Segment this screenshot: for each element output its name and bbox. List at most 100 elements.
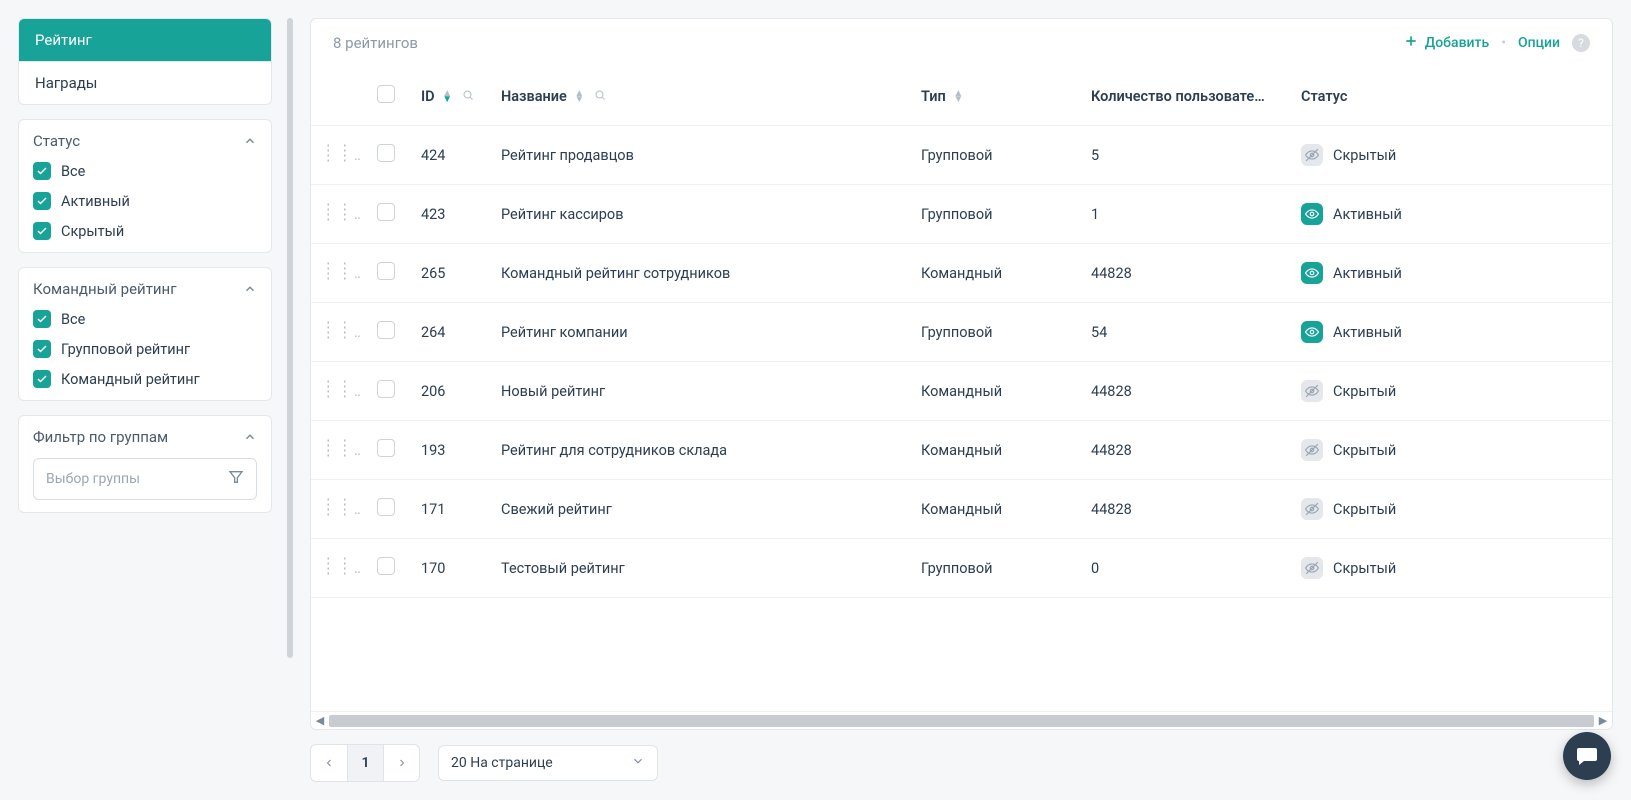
checkbox-team-group[interactable]: Групповой рейтинг: [33, 340, 257, 358]
column-name[interactable]: Название ▲▼: [491, 67, 911, 126]
separator: •: [1501, 35, 1506, 51]
row-checkbox[interactable]: [377, 203, 395, 221]
drag-handle-icon[interactable]: ⋮⋮⋮⋮: [321, 384, 354, 394]
row-checkbox[interactable]: [377, 321, 395, 339]
drag-handle-icon[interactable]: ⋮⋮⋮⋮: [321, 502, 354, 512]
filter-team: Командный рейтинг Все Групповой рейтинг …: [18, 267, 272, 401]
row-checkbox[interactable]: [377, 144, 395, 162]
drag-handle-icon[interactable]: ⋮⋮⋮⋮: [321, 207, 354, 217]
cell-type: Командный: [911, 480, 1081, 539]
checkbox-label: Все: [61, 163, 85, 180]
filter-status-header[interactable]: Статус: [33, 132, 257, 150]
column-id-label: ID: [421, 88, 435, 105]
pager-prev[interactable]: [311, 745, 347, 781]
checkbox-team-all[interactable]: Все: [33, 310, 257, 328]
scroll-track[interactable]: [329, 715, 1594, 727]
search-icon[interactable]: [462, 88, 474, 105]
table-row[interactable]: ⋮⋮⋮⋮ 170 Тестовый рейтинг Групповой 0 Ск…: [311, 539, 1612, 598]
column-users-label: Количество пользовате…: [1091, 88, 1265, 105]
check-icon: [33, 370, 51, 388]
check-icon: [33, 192, 51, 210]
cell-status: Скрытый: [1291, 126, 1612, 185]
filter-team-header[interactable]: Командный рейтинг: [33, 280, 257, 298]
cell-id: 193: [411, 421, 491, 480]
group-select[interactable]: Выбор группы: [33, 458, 257, 500]
checkbox-status-active[interactable]: Активный: [33, 192, 257, 210]
column-status[interactable]: Статус: [1291, 67, 1612, 126]
cell-id: 171: [411, 480, 491, 539]
per-page-select[interactable]: 20 На странице: [438, 745, 658, 781]
column-type[interactable]: Тип ▲▼: [911, 67, 1081, 126]
cell-users: 44828: [1081, 362, 1291, 421]
row-checkbox[interactable]: [377, 557, 395, 575]
cell-type: Групповой: [911, 303, 1081, 362]
checkbox-status-hidden[interactable]: Скрытый: [33, 222, 257, 240]
row-checkbox[interactable]: [377, 498, 395, 516]
column-id[interactable]: ID ▲▼: [411, 67, 491, 126]
eye-icon: [1301, 203, 1323, 225]
filter-team-options: Все Групповой рейтинг Командный рейтинг: [33, 310, 257, 388]
count-text: 8 рейтингов: [333, 34, 418, 52]
column-users[interactable]: Количество пользовате…: [1081, 67, 1291, 126]
pager-page-1[interactable]: 1: [347, 745, 383, 781]
cell-users: 5: [1081, 126, 1291, 185]
table-row[interactable]: ⋮⋮⋮⋮ 193 Рейтинг для сотрудников склада …: [311, 421, 1612, 480]
table-row[interactable]: ⋮⋮⋮⋮ 264 Рейтинг компании Групповой 54 А…: [311, 303, 1612, 362]
chat-fab[interactable]: [1563, 732, 1611, 780]
drag-handle-icon[interactable]: ⋮⋮⋮⋮: [321, 266, 354, 276]
filter-groups-header[interactable]: Фильтр по группам: [33, 428, 257, 446]
checkbox-status-all[interactable]: Все: [33, 162, 257, 180]
table-row[interactable]: ⋮⋮⋮⋮ 424 Рейтинг продавцов Групповой 5 С…: [311, 126, 1612, 185]
cell-type: Командный: [911, 421, 1081, 480]
drag-handle-icon[interactable]: ⋮⋮⋮⋮: [321, 325, 354, 335]
table-row[interactable]: ⋮⋮⋮⋮ 265 Командный рейтинг сотрудников К…: [311, 244, 1612, 303]
row-checkbox[interactable]: [377, 439, 395, 457]
drag-handle-icon[interactable]: ⋮⋮⋮⋮: [321, 561, 354, 571]
cell-name: Рейтинг компании: [491, 303, 911, 362]
row-checkbox[interactable]: [377, 380, 395, 398]
scroll-thumb[interactable]: [329, 715, 1594, 727]
cell-name: Тестовый рейтинг: [491, 539, 911, 598]
eye-off-icon: [1301, 557, 1323, 579]
search-icon[interactable]: [594, 88, 606, 105]
table-row[interactable]: ⋮⋮⋮⋮ 206 Новый рейтинг Командный 44828 С…: [311, 362, 1612, 421]
cell-name: Рейтинг продавцов: [491, 126, 911, 185]
card-header: 8 рейтингов Добавить • Опции ?: [311, 19, 1612, 67]
pager: 1: [310, 744, 420, 782]
row-checkbox[interactable]: [377, 262, 395, 280]
group-select-placeholder: Выбор группы: [46, 471, 140, 487]
help-icon[interactable]: ?: [1572, 34, 1590, 52]
checkbox-label: Активный: [61, 193, 130, 210]
scrollbar-thumb[interactable]: [287, 18, 293, 658]
cell-status: Активный: [1291, 185, 1612, 244]
plus-icon: [1403, 33, 1419, 53]
select-all-checkbox[interactable]: [377, 85, 395, 103]
table-row[interactable]: ⋮⋮⋮⋮ 171 Свежий рейтинг Командный 44828 …: [311, 480, 1612, 539]
nav-item-rating[interactable]: Рейтинг: [19, 19, 271, 61]
per-page-label: 20 На странице: [451, 755, 553, 771]
options-button[interactable]: Опции: [1518, 35, 1560, 51]
scroll-right-icon[interactable]: ▶: [1594, 714, 1612, 727]
checkbox-label: Все: [61, 311, 85, 328]
status-label: Скрытый: [1333, 147, 1396, 164]
drag-handle-icon[interactable]: ⋮⋮⋮⋮: [321, 443, 354, 453]
table-row[interactable]: ⋮⋮⋮⋮ 423 Рейтинг кассиров Групповой 1 Ак…: [311, 185, 1612, 244]
eye-icon: [1301, 321, 1323, 343]
checkbox-team-command[interactable]: Командный рейтинг: [33, 370, 257, 388]
sort-icon: ▲▼: [953, 91, 963, 103]
sidebar-scrollbar[interactable]: [284, 18, 298, 782]
add-button[interactable]: Добавить: [1403, 33, 1489, 53]
cell-status: Скрытый: [1291, 539, 1612, 598]
pager-next[interactable]: [383, 745, 419, 781]
nav-item-awards[interactable]: Награды: [19, 61, 271, 104]
status-label: Скрытый: [1333, 442, 1396, 459]
horizontal-scrollbar[interactable]: ◀ ▶: [311, 711, 1612, 729]
column-type-label: Тип: [921, 88, 946, 105]
header-actions: Добавить • Опции ?: [1403, 33, 1590, 53]
scroll-left-icon[interactable]: ◀: [311, 714, 329, 727]
cell-status: Скрытый: [1291, 362, 1612, 421]
cell-type: Групповой: [911, 539, 1081, 598]
drag-handle-icon[interactable]: ⋮⋮⋮⋮: [321, 148, 354, 158]
filter-status-title: Статус: [33, 132, 80, 150]
table-wrap: ID ▲▼ Название ▲▼ Тип ▲▼: [311, 67, 1612, 711]
